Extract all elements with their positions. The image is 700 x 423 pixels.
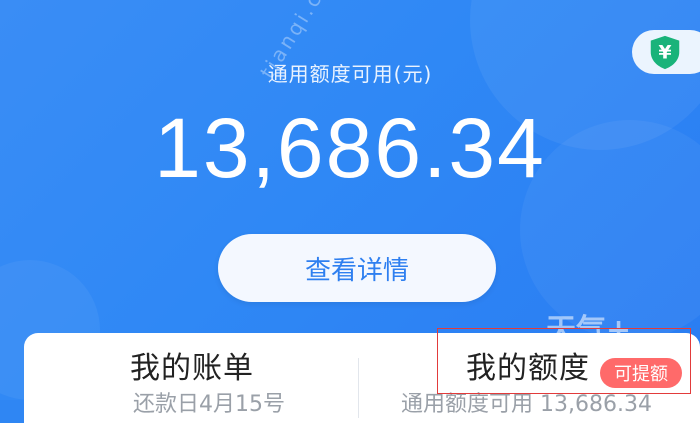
available-quota-label: 通用额度可用(元) [267, 62, 433, 86]
view-details-button[interactable]: 查看详情 [218, 234, 496, 302]
panel-divider [358, 358, 359, 418]
bill-due-date: 还款日4月15号 [133, 392, 285, 417]
available-amount: 13,686.34 [154, 101, 546, 195]
highlight-box [437, 328, 691, 394]
my-bill-card[interactable]: 我的账单 [130, 343, 254, 387]
